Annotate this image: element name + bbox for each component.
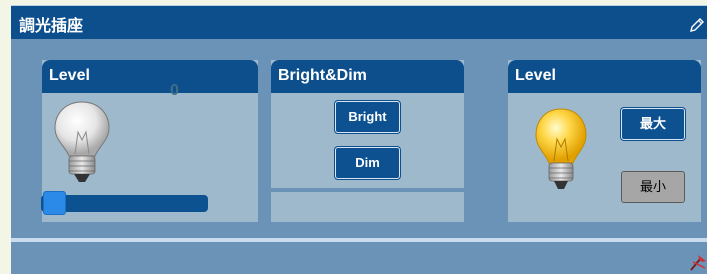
- level-card-header: Level: [42, 60, 258, 93]
- level-slider-track[interactable]: [41, 195, 208, 212]
- dim-button[interactable]: Dim: [335, 147, 400, 179]
- footer-divider: [11, 238, 707, 242]
- pin-icon[interactable]: [689, 252, 707, 272]
- bright-dim-card-header: Bright&Dim: [271, 60, 464, 93]
- lightbulb-on-icon: [535, 108, 587, 189]
- dimmer-socket-panel: 調光插座 Level 0 Bright&Dim Bright Dim Level…: [11, 5, 707, 274]
- level-presets-card-header: Level: [508, 60, 701, 93]
- panel-header: 調光插座: [11, 5, 707, 39]
- max-button[interactable]: 最大: [621, 108, 685, 140]
- bright-button[interactable]: Bright: [335, 101, 400, 133]
- level-presets-card-title: Level: [515, 67, 556, 84]
- pencil-icon[interactable]: [689, 17, 705, 33]
- bright-dim-card-title: Bright&Dim: [278, 67, 367, 84]
- min-button[interactable]: 最小: [621, 171, 685, 203]
- level-slider-handle[interactable]: [43, 191, 66, 215]
- lightbulb-off-icon: [54, 101, 110, 182]
- card-divider: [271, 188, 464, 192]
- level-card-title: Level: [49, 67, 90, 84]
- level-value: 0: [170, 82, 179, 99]
- panel-title: 調光插座: [19, 16, 84, 35]
